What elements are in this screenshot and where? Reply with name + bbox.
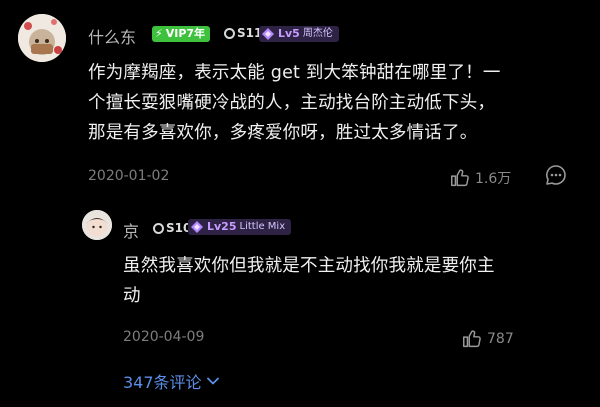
level-tag: Little Mix: [239, 221, 286, 232]
level-badge: Lv5 周杰伦: [259, 26, 339, 42]
level-number: Lv25: [207, 220, 237, 233]
reply-line: 虽然我喜欢你但我就是不主动找你我就是要你主: [123, 256, 495, 276]
more-replies-link[interactable]: 347条评论: [123, 369, 220, 393]
like-count: 1.6万: [475, 171, 512, 187]
username[interactable]: 什么东: [88, 24, 136, 48]
comment-line: 那是有多喜欢你，多疼爱你呀，胜过太多情话了。: [88, 123, 478, 143]
avatar[interactable]: [18, 14, 66, 62]
thumbs-up-icon: [463, 330, 481, 348]
comment-bubble-icon: [546, 165, 566, 185]
lightning-icon: ⚡: [155, 27, 163, 40]
comment-date: 2020-01-02: [88, 168, 170, 184]
reply-line: 动: [123, 286, 141, 306]
like-count: 787: [487, 331, 514, 347]
level-number: Lv5: [278, 27, 300, 40]
level-badge: Lv25 Little Mix: [188, 219, 292, 235]
silver-badge: S11: [224, 26, 262, 40]
vip-label: VIP7年: [165, 27, 206, 40]
diamond-icon: [262, 28, 274, 40]
comment-line: 个擅长耍狠嘴硬冷战的人，主动找台阶主动低下头，: [88, 93, 496, 113]
thumbs-up-icon: [451, 169, 469, 187]
chevron-down-icon: [206, 377, 219, 385]
like-button[interactable]: 1.6万: [449, 167, 511, 189]
silver-badge: S10: [153, 221, 191, 235]
more-replies-label: 347条评论: [123, 373, 202, 392]
comment-line: 作为摩羯座，表示太能 get 到大笨钟甜在哪里了！一: [88, 63, 501, 83]
reply-date: 2020-04-09: [123, 329, 205, 345]
reply-button[interactable]: [544, 163, 568, 187]
reply-like-button[interactable]: 787: [461, 328, 514, 350]
badge-ring-icon: [153, 222, 164, 234]
diamond-icon: [191, 221, 203, 233]
vip-badge: ⚡ VIP7年: [152, 26, 211, 42]
badge-ring-icon: [224, 27, 235, 39]
reply-username[interactable]: 京: [123, 218, 139, 242]
comment-text: 作为摩羯座，表示太能 get 到大笨钟甜在哪里了！一 个擅长耍狠嘴硬冷战的人，主…: [88, 58, 593, 148]
level-tag: 周杰伦: [302, 28, 333, 39]
reply-avatar[interactable]: [82, 210, 112, 240]
reply-text: 虽然我喜欢你但我就是不主动找你我就是要你主 动: [123, 251, 593, 311]
